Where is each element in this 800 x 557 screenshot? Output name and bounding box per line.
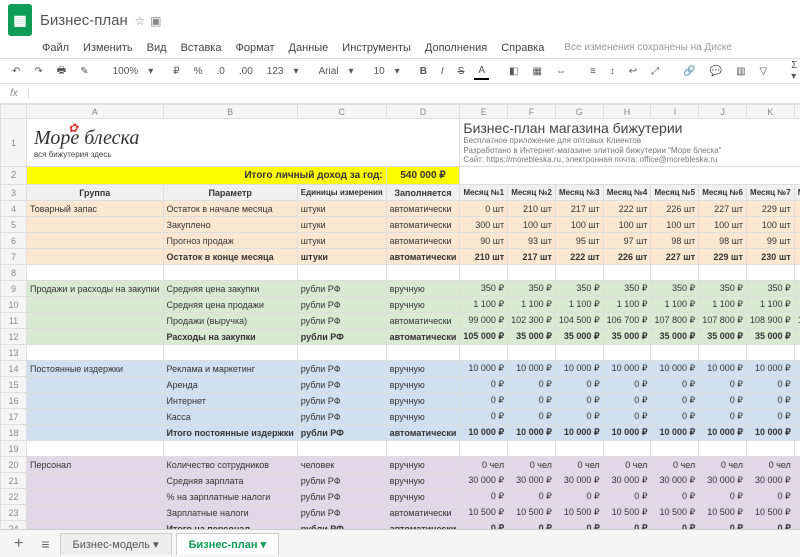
menu-format[interactable]: Формат <box>235 42 274 54</box>
wrap-icon[interactable]: ↩ <box>625 64 641 79</box>
print-icon[interactable]: 🖶 <box>53 61 70 82</box>
link-icon[interactable]: 🔗 <box>679 64 699 79</box>
data-row[interactable]: 10Средняя цена продажирубли РФвручную1 1… <box>1 297 800 313</box>
data-row[interactable]: 15Арендарубли РФвручную0 ₽0 ₽0 ₽0 ₽0 ₽0 … <box>1 377 800 393</box>
menu-file[interactable]: Файл <box>42 42 69 54</box>
data-row[interactable]: 23Зарплатные налогирубли РФавтоматически… <box>1 505 800 521</box>
save-status: Все изменения сохранены на Диске <box>564 42 732 54</box>
strike-icon[interactable]: S <box>454 64 469 79</box>
sheets-logo-icon[interactable]: ▦ <box>8 4 32 36</box>
spreadsheet-grid[interactable]: ABCD EFGHI JKLM 1 ✿Море блеска вся бижут… <box>0 104 800 544</box>
data-row[interactable]: 7Остаток в конце месяцаштукиавтоматическ… <box>1 249 800 265</box>
data-row[interactable]: 13 <box>1 345 800 361</box>
data-row[interactable]: 6Прогноз продажштукиавтоматически90 шт93… <box>1 233 800 249</box>
data-row[interactable]: 17Кассарубли РФвручную0 ₽0 ₽0 ₽0 ₽0 ₽0 ₽… <box>1 409 800 425</box>
tab-model[interactable]: Бизнес-модель ▾ <box>60 533 172 555</box>
filter-icon[interactable]: ▽ <box>756 64 772 79</box>
format-select[interactable]: 123 <box>263 64 288 79</box>
data-row[interactable]: 21Средняя зарплатарубли РФвручную30 000 … <box>1 473 800 489</box>
data-row[interactable]: 9Продажи и расходы на закупкиСредняя цен… <box>1 281 800 297</box>
comment-icon[interactable]: 💬 <box>706 64 726 79</box>
row-total[interactable]: 2 Итого личный доход за год: 540 000 ₽ <box>1 167 800 185</box>
data-row[interactable]: 11Продажи (выручка)рубли РФавтоматически… <box>1 313 800 329</box>
menu-insert[interactable]: Вставка <box>181 42 222 54</box>
functions-icon[interactable]: Σ ▾ <box>787 58 800 84</box>
bold-icon[interactable]: B <box>416 64 431 79</box>
toolbar: ↶ ↷ 🖶 ✎ 100%▾ ₽ % .0 .00 123▾ Arial▾ 10▾… <box>0 58 800 84</box>
data-row[interactable]: 18Итого постоянные издержкирубли РФавтом… <box>1 425 800 441</box>
data-row[interactable]: 8 <box>1 265 800 281</box>
folder-icon[interactable]: ▣ <box>150 14 161 28</box>
sheet-tabs: + ≡ Бизнес-модель ▾ Бизнес-план ▾ <box>0 529 800 557</box>
data-row[interactable]: 16Интернетрубли РФвручную0 ₽0 ₽0 ₽0 ₽0 ₽… <box>1 393 800 409</box>
add-sheet-icon[interactable]: + <box>6 535 31 553</box>
currency-icon[interactable]: ₽ <box>169 64 183 79</box>
menu-edit[interactable]: Изменить <box>83 42 133 54</box>
paint-icon[interactable]: ✎ <box>76 64 92 79</box>
col-headers[interactable]: ABCD EFGHI JKLM <box>1 105 800 119</box>
formula-input[interactable] <box>29 88 800 99</box>
fx-label: fx <box>0 88 29 99</box>
menu-tools[interactable]: Инструменты <box>342 42 411 54</box>
menu-data[interactable]: Данные <box>289 42 329 54</box>
chart-icon[interactable]: ▥ <box>732 64 749 79</box>
borders-icon[interactable]: ▦ <box>529 64 546 79</box>
data-row[interactable]: 22% на зарплатные налогирубли РФвручную0… <box>1 489 800 505</box>
plan-title: Бизнес-план магазина бижутерии <box>463 120 800 136</box>
brand-logo: ✿Море блеска <box>30 127 456 150</box>
menu-bar: Файл Изменить Вид Вставка Формат Данные … <box>0 40 800 58</box>
star-icon[interactable]: ☆ <box>135 14 146 28</box>
menu-addons[interactable]: Дополнения <box>425 42 487 54</box>
data-row[interactable]: 20ПерсоналКоличество сотрудниковчеловекв… <box>1 457 800 473</box>
align-icon[interactable]: ≡ <box>586 64 600 79</box>
dec-inc-icon[interactable]: .00 <box>235 64 257 79</box>
sheets-menu-icon[interactable]: ≡ <box>35 536 55 552</box>
data-row[interactable]: 12Расходы на закупкирубли РФавтоматическ… <box>1 329 800 345</box>
redo-icon[interactable]: ↷ <box>30 64 46 79</box>
merge-icon[interactable]: ⇔ <box>552 64 570 79</box>
doc-title[interactable]: Бизнес-план <box>40 12 128 29</box>
data-row[interactable]: 5Закупленоштукиавтоматически300 шт100 шт… <box>1 217 800 233</box>
menu-view[interactable]: Вид <box>147 42 167 54</box>
font-size[interactable]: 10 <box>370 64 389 79</box>
rotate-icon[interactable]: ⤢ <box>647 64 663 79</box>
zoom-select[interactable]: 100% <box>109 64 143 79</box>
text-color-icon[interactable]: A <box>474 63 489 80</box>
row-1[interactable]: 1 ✿Море блеска вся бижутерия здесь Бизне… <box>1 119 800 167</box>
fill-color-icon[interactable]: ◧ <box>505 64 522 79</box>
data-row[interactable]: 4Товарный запасОстаток в начале месяцашт… <box>1 201 800 217</box>
percent-icon[interactable]: % <box>190 64 207 79</box>
italic-icon[interactable]: I <box>437 64 448 79</box>
menu-help[interactable]: Справка <box>501 42 544 54</box>
row-headers[interactable]: 3 ГруппаПараметрЕдиницы измеренияЗаполня… <box>1 185 800 201</box>
data-row[interactable]: 14Постоянные издержкиРеклама и маркетинг… <box>1 361 800 377</box>
valign-icon[interactable]: ↕ <box>606 64 619 79</box>
undo-icon[interactable]: ↶ <box>8 64 24 79</box>
tab-plan[interactable]: Бизнес-план ▾ <box>176 533 280 555</box>
font-select[interactable]: Arial <box>314 64 342 79</box>
data-row[interactable]: 19 <box>1 441 800 457</box>
dec-dec-icon[interactable]: .0 <box>213 64 229 79</box>
